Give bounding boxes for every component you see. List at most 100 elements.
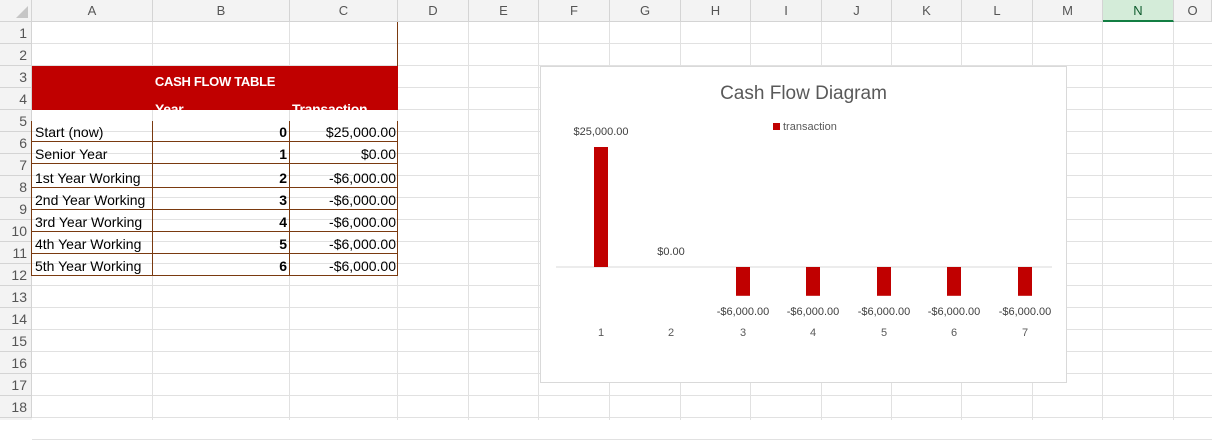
column-header-j[interactable]: J — [822, 0, 892, 22]
column-header-e[interactable]: E — [469, 0, 539, 22]
chart-bar[interactable] — [877, 267, 891, 296]
table-row-border — [32, 187, 398, 188]
cell-transaction[interactable]: $0.00 — [290, 143, 396, 165]
chart-x-tick-label: 1 — [598, 327, 604, 339]
row-header-14[interactable]: 14 — [0, 308, 32, 330]
column-header-bar: ABCDEFGHIJKLMNO — [32, 0, 1212, 22]
chart-bar[interactable] — [594, 147, 608, 267]
grid-vline — [1102, 22, 1103, 420]
chart-data-label[interactable]: $0.00 — [657, 246, 685, 258]
table-col-border — [289, 121, 290, 276]
cell-year[interactable]: 1 — [153, 143, 287, 165]
row-header-7[interactable]: 7 — [0, 154, 32, 176]
row-header-16[interactable]: 16 — [0, 352, 32, 374]
column-header-c[interactable]: C — [290, 0, 398, 22]
chart-data-label[interactable]: -$6,000.00 — [928, 306, 981, 318]
column-header-n[interactable]: N — [1103, 0, 1174, 22]
cell-year[interactable]: 2 — [153, 167, 287, 189]
cash-flow-chart[interactable]: Cash Flow Diagram transaction $25,000.00… — [540, 66, 1067, 383]
table-row-border — [32, 275, 398, 276]
cell-label[interactable]: 3rd Year Working — [35, 211, 142, 233]
grid-hline — [32, 417, 1212, 418]
cell-year[interactable]: 6 — [153, 255, 287, 277]
row-header-10[interactable]: 10 — [0, 220, 32, 242]
column-header-b[interactable]: B — [153, 0, 290, 22]
table-row-border — [32, 231, 398, 232]
row-header-3[interactable]: 3 — [0, 66, 32, 88]
cell-transaction[interactable]: -$6,000.00 — [290, 233, 396, 255]
grid-hline — [32, 395, 1212, 396]
column-header-d[interactable]: D — [398, 0, 469, 22]
cell-label[interactable]: 5th Year Working — [35, 255, 141, 277]
column-header-g[interactable]: G — [610, 0, 681, 22]
table-col-border — [397, 121, 398, 276]
chart-bar[interactable] — [947, 267, 961, 296]
table-row-border — [32, 253, 398, 254]
chart-data-label[interactable]: -$6,000.00 — [717, 306, 770, 318]
cell-year[interactable]: 3 — [153, 189, 287, 211]
cell-year[interactable]: 5 — [153, 233, 287, 255]
cell-transaction[interactable]: $25,000.00 — [290, 121, 396, 143]
row-header-2[interactable]: 2 — [0, 44, 32, 66]
chart-data-label[interactable]: -$6,000.00 — [787, 306, 840, 318]
row-header-6[interactable]: 6 — [0, 132, 32, 154]
row-header-18[interactable]: 18 — [0, 396, 32, 418]
row-header-1[interactable]: 1 — [0, 22, 32, 44]
row-header-9[interactable]: 9 — [0, 198, 32, 220]
column-header-m[interactable]: M — [1033, 0, 1103, 22]
row-header-11[interactable]: 11 — [0, 242, 32, 264]
chart-x-tick-label: 7 — [1022, 327, 1028, 339]
cell-label[interactable]: 1st Year Working — [35, 167, 141, 189]
grid-vline — [538, 22, 539, 420]
table-row-border — [32, 163, 398, 164]
row-header-bar: 1 2 3 4 5 6 7 8 9 10 11 12 13 14 15 16 17 18 — [0, 22, 32, 420]
grid-vline — [1173, 22, 1174, 420]
column-header-h[interactable]: H — [681, 0, 751, 22]
table-row-border — [32, 209, 398, 210]
spreadsheet-grid[interactable]: ABCDEFGHIJKLMNO 1 2 3 4 5 6 7 8 9 10 11 12 13 14 15 16 1… — [0, 0, 1212, 440]
cash-flow-table-title: CASH FLOW TABLE — [154, 74, 276, 89]
column-header-k[interactable]: K — [892, 0, 962, 22]
chart-bar[interactable] — [1018, 267, 1032, 296]
cell-transaction[interactable]: -$6,000.00 — [290, 167, 396, 189]
row-header-12[interactable]: 12 — [0, 264, 32, 286]
cell-label[interactable]: 4th Year Working — [35, 233, 141, 255]
grid-vline — [468, 22, 469, 420]
cell-transaction[interactable]: -$6,000.00 — [290, 211, 396, 233]
cell-label[interactable]: 2nd Year Working — [35, 189, 145, 211]
table-col-border — [31, 121, 32, 276]
table-row-border — [32, 141, 398, 142]
cell-year[interactable]: 0 — [153, 121, 287, 143]
chart-plot-area[interactable]: $25,000.00 1 $0.00 2 -$6,000.00 3 -$6,000.00 4 -… — [541, 67, 1066, 382]
column-header-l[interactable]: L — [962, 0, 1033, 22]
table-top-right-border — [397, 22, 398, 66]
chart-bar[interactable] — [736, 267, 750, 296]
row-header-5[interactable]: 5 — [0, 110, 32, 132]
column-header-a[interactable]: A — [32, 0, 153, 22]
cell-transaction[interactable]: -$6,000.00 — [290, 189, 396, 211]
select-all-triangle-icon — [16, 6, 28, 18]
grid-hline — [32, 43, 1212, 44]
column-header-i[interactable]: I — [751, 0, 822, 22]
chart-data-label[interactable]: -$6,000.00 — [858, 306, 911, 318]
table-col-border — [152, 121, 153, 276]
chart-data-label[interactable]: $25,000.00 — [573, 126, 628, 138]
chart-data-label[interactable]: -$6,000.00 — [999, 306, 1052, 318]
row-header-13[interactable]: 13 — [0, 286, 32, 308]
cell-label[interactable]: Start (now) — [35, 121, 103, 143]
column-header-f[interactable]: F — [539, 0, 610, 22]
chart-bar[interactable] — [806, 267, 820, 296]
column-header-o[interactable]: O — [1174, 0, 1212, 22]
row-header-8[interactable]: 8 — [0, 176, 32, 198]
chart-x-tick-label: 3 — [740, 327, 746, 339]
cell-label[interactable]: Senior Year — [35, 143, 107, 165]
cell-year[interactable]: 4 — [153, 211, 287, 233]
chart-x-tick-label: 5 — [881, 327, 887, 339]
table-header-year: Year — [155, 101, 184, 117]
cell-transaction[interactable]: -$6,000.00 — [290, 255, 396, 277]
row-header-4[interactable]: 4 — [0, 88, 32, 110]
row-header-17[interactable]: 17 — [0, 374, 32, 396]
chart-x-tick-label: 6 — [951, 327, 957, 339]
select-all-corner[interactable] — [0, 0, 32, 22]
row-header-15[interactable]: 15 — [0, 330, 32, 352]
